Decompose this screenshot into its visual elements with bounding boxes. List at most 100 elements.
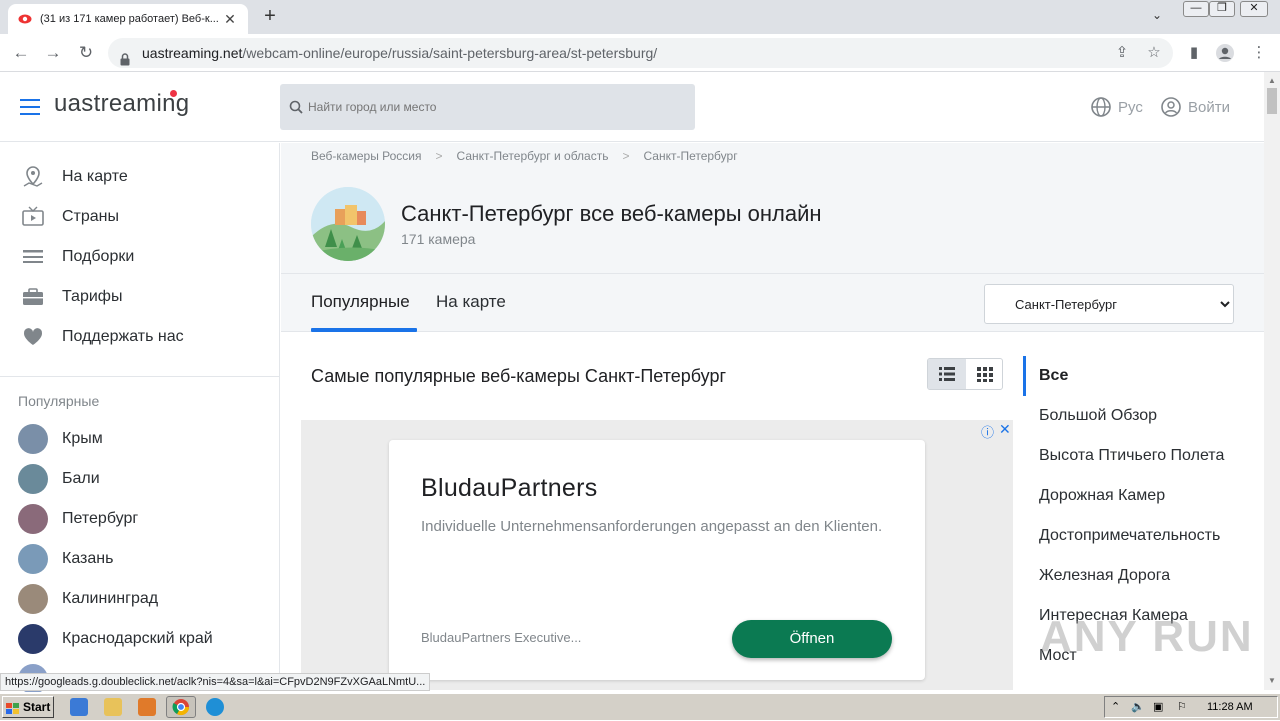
sidebar-item-collections[interactable]: Подборки: [0, 237, 280, 277]
tray-arrow-icon[interactable]: ⌃: [1111, 697, 1120, 717]
tab-map[interactable]: На карте: [436, 292, 506, 312]
url-field[interactable]: uastreaming.net/webcam-online/europe/rus…: [108, 38, 1173, 68]
new-tab-button[interactable]: +: [258, 5, 282, 29]
flag-icon[interactable]: ⚐: [1177, 697, 1187, 717]
bookmark-star-icon[interactable]: ☆: [1143, 42, 1165, 64]
view-tabs: Популярные На карте Санкт-Петербург: [281, 274, 1264, 332]
eye-favicon-icon: [18, 12, 32, 26]
media-player-icon[interactable]: [138, 698, 156, 716]
scroll-down-icon[interactable]: ▼: [1268, 676, 1276, 685]
avatar: [18, 504, 48, 534]
page-title: Санкт-Петербург все веб-камеры онлайн: [401, 201, 822, 226]
main-content: Веб-камеры Россия > Санкт-Петербург и об…: [281, 143, 1264, 690]
ad-card[interactable]: BludauPartners Individuelle Unternehmens…: [389, 440, 925, 680]
status-link-preview: https://googleads.g.doubleclick.net/aclk…: [0, 673, 431, 691]
start-button[interactable]: Start: [2, 696, 54, 718]
restore-button[interactable]: ❐: [1209, 1, 1235, 17]
search-box[interactable]: [280, 84, 695, 130]
site-logo[interactable]: uastreaming: [54, 90, 189, 118]
sidebar-item-label: Подборки: [62, 248, 135, 265]
browser-menu-icon[interactable]: ⋮: [1248, 42, 1270, 64]
breadcrumb-current: Санкт-Петербург: [643, 149, 738, 163]
lock-icon: [120, 46, 130, 66]
category-item[interactable]: Большой Обзор: [1039, 407, 1157, 425]
back-arrow-icon[interactable]: ←: [10, 42, 32, 64]
popular-item-bali[interactable]: Бали: [18, 459, 278, 499]
login-button[interactable]: Войти: [1160, 96, 1230, 118]
network-icon[interactable]: ▣: [1153, 697, 1163, 717]
tab-close-icon[interactable]: ✕: [222, 11, 238, 28]
city-select[interactable]: Санкт-Петербург: [984, 284, 1234, 324]
heart-icon: [20, 324, 46, 350]
scroll-up-icon[interactable]: ▲: [1268, 76, 1276, 85]
grid-view-button[interactable]: [966, 359, 1002, 389]
chrome-icon: [172, 699, 190, 716]
breadcrumb-link[interactable]: Санкт-Петербург и область: [457, 149, 609, 163]
sidebar-item-countries[interactable]: Страны: [0, 197, 280, 237]
section-title: Самые популярные веб-камеры Санкт-Петерб…: [311, 366, 727, 386]
ad-title[interactable]: BludauPartners: [421, 474, 598, 503]
category-item[interactable]: Дорожная Камер: [1039, 487, 1165, 505]
sidebar: На карте Страны Подборки Тарифы Поддержа…: [0, 143, 280, 694]
popular-item-label: Калининград: [62, 590, 159, 607]
language-switch[interactable]: Рус: [1090, 96, 1143, 118]
tab-search-chevron-icon[interactable]: ⌄: [1152, 8, 1162, 22]
ie-icon[interactable]: [70, 698, 88, 716]
city-hero: Санкт-Петербург все веб-камеры онлайн 17…: [281, 173, 1264, 274]
popular-item-kazan[interactable]: Казань: [18, 539, 278, 579]
ad-source: BludauPartners Executive...: [421, 630, 582, 645]
category-item[interactable]: Железная Дорога: [1039, 567, 1170, 585]
ad-open-button[interactable]: Öffnen: [732, 620, 892, 658]
category-item[interactable]: Все: [1039, 367, 1068, 385]
reload-icon[interactable]: ↻: [75, 42, 97, 64]
ad-text: Individuelle Unternehmensanforderungen a…: [421, 518, 883, 535]
popular-item-petersburg[interactable]: Петербург: [18, 499, 278, 539]
ad-close-icon[interactable]: ✕: [999, 421, 1011, 438]
search-input[interactable]: [308, 84, 688, 130]
popular-item-crimea[interactable]: Крым: [18, 419, 278, 459]
category-item[interactable]: Достопримечательность: [1039, 527, 1220, 545]
category-item[interactable]: Высота Птичьего Полета: [1039, 447, 1224, 465]
popular-item-krasnodar[interactable]: Краснодарский край: [18, 619, 278, 659]
scrollbar-thumb[interactable]: [1267, 88, 1277, 114]
grid-view-icon: [977, 367, 993, 382]
clock: 11:28 AM: [1207, 701, 1253, 713]
popular-item-label: Казань: [62, 550, 114, 567]
popular-heading: Популярные: [18, 393, 100, 409]
close-window-button[interactable]: ✕: [1240, 1, 1268, 17]
edge-icon[interactable]: [206, 698, 224, 716]
ad-info-icon[interactable]: ⓘ: [981, 422, 994, 441]
list-view-button[interactable]: [928, 359, 966, 389]
share-icon[interactable]: ⇪: [1111, 42, 1133, 64]
sidebar-item-map[interactable]: На карте: [0, 157, 280, 197]
address-bar-row: ← → ↻ uastreaming.net/webcam-online/euro…: [0, 34, 1280, 72]
page-scrollbar[interactable]: ▲ ▼: [1264, 72, 1280, 690]
sidebar-item-tariffs[interactable]: Тарифы: [0, 277, 280, 317]
popular-item-label: Краснодарский край: [62, 630, 213, 647]
chrome-taskbar-button[interactable]: [166, 696, 196, 718]
minimize-button[interactable]: —: [1183, 1, 1209, 17]
popular-item-label: Крым: [62, 430, 103, 447]
profile-icon[interactable]: [1214, 42, 1236, 64]
popular-item-kaliningrad[interactable]: Калининград: [18, 579, 278, 619]
city-illustration: [311, 187, 385, 261]
popular-item-label: Бали: [62, 470, 100, 487]
search-icon: [289, 100, 303, 114]
browser-tab[interactable]: (31 из 171 камер работает) Веб-к... ✕: [8, 4, 248, 34]
breadcrumb-separator: >: [435, 149, 443, 163]
sidebar-item-label: На карте: [62, 168, 128, 185]
forward-arrow-icon[interactable]: →: [42, 42, 64, 64]
language-label: Рус: [1118, 98, 1143, 116]
volume-icon[interactable]: 🔈: [1131, 697, 1145, 717]
avatar: [18, 624, 48, 654]
sidebar-item-label: Тарифы: [62, 288, 123, 305]
breadcrumb-link[interactable]: Веб-камеры Россия: [311, 149, 422, 163]
tv-icon: [20, 204, 46, 230]
side-panel-icon[interactable]: ▮: [1183, 42, 1205, 64]
folder-icon[interactable]: [104, 698, 122, 716]
tab-popular[interactable]: Популярные: [311, 292, 410, 312]
active-category-marker: [1023, 356, 1026, 396]
breadcrumb: Веб-камеры Россия > Санкт-Петербург и об…: [311, 149, 738, 163]
hamburger-menu-icon[interactable]: [20, 99, 40, 115]
sidebar-item-support[interactable]: Поддержать нас: [0, 317, 280, 357]
